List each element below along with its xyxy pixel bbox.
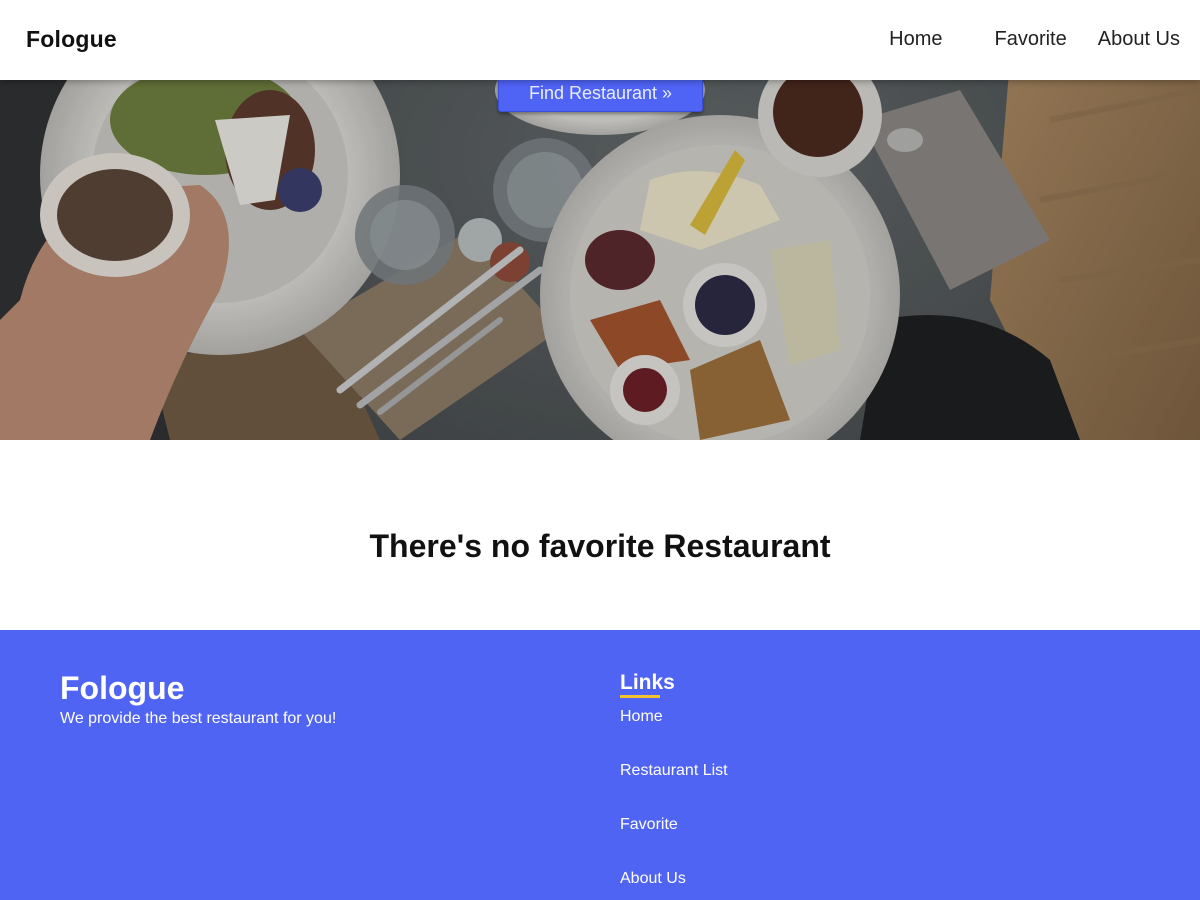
footer-links-title: Links bbox=[620, 671, 675, 694]
main-nav: Home Favorite About Us bbox=[889, 28, 1180, 51]
nav-link-home[interactable]: Home bbox=[889, 28, 942, 51]
footer-link-restaurant-list[interactable]: Restaurant List bbox=[620, 762, 728, 779]
footer-link-item: Restaurant List bbox=[620, 762, 728, 816]
footer-links-underline bbox=[620, 695, 660, 698]
footer-link-item: Favorite bbox=[620, 816, 728, 870]
footer-tagline: We provide the best restaurant for you! bbox=[60, 710, 337, 727]
nav-link-about-us[interactable]: About Us bbox=[1098, 28, 1180, 51]
empty-favorites-message: There's no favorite Restaurant bbox=[369, 528, 831, 564]
footer-link-item: About Us bbox=[620, 870, 728, 900]
footer-link-about-us[interactable]: About Us bbox=[620, 870, 686, 887]
footer-links-list: Home Restaurant List Favorite About Us bbox=[620, 708, 728, 900]
favorite-content: There's no favorite Restaurant bbox=[0, 440, 1200, 630]
site-footer: Fologue We provide the best restaurant f… bbox=[0, 630, 1200, 900]
footer-link-favorite[interactable]: Favorite bbox=[620, 816, 678, 833]
page: Find Restaurant » Fologue Home Favorite … bbox=[0, 0, 1200, 900]
nav-link-favorite[interactable]: Favorite bbox=[994, 28, 1066, 51]
footer-brand: Fologue bbox=[60, 670, 185, 706]
brand-logo[interactable]: Fologue bbox=[26, 26, 117, 53]
footer-link-home[interactable]: Home bbox=[620, 708, 663, 725]
app-header: Fologue Home Favorite About Us bbox=[0, 0, 1200, 80]
footer-link-item: Home bbox=[620, 708, 728, 762]
